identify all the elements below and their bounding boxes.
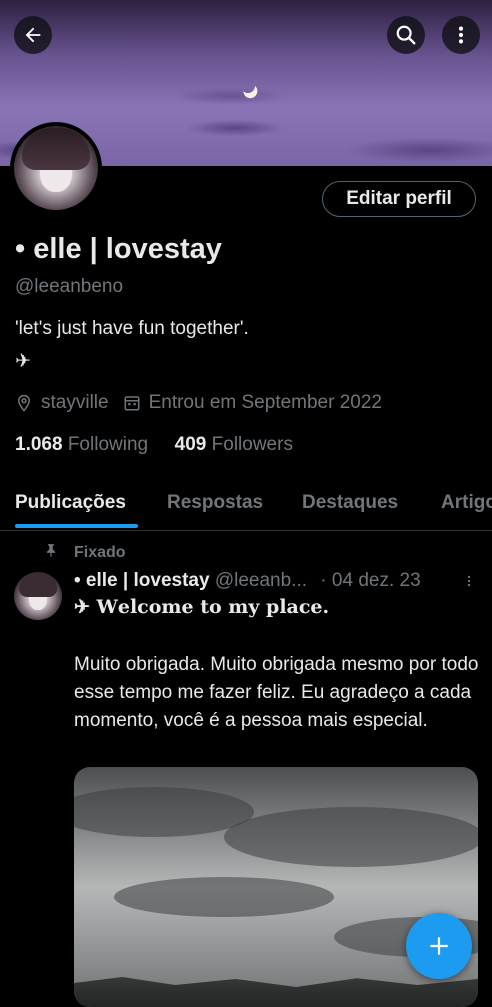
followers-link[interactable]: 409 Followers xyxy=(175,434,293,455)
plus-icon xyxy=(430,937,448,955)
search-icon xyxy=(396,25,416,45)
profile-bio-emoji: ✈ xyxy=(15,351,31,372)
profile-tabs: Publicações Respostas Destaques Artigos xyxy=(0,482,492,531)
tab-publicacoes[interactable]: Publicações xyxy=(15,492,126,514)
more-vertical-icon xyxy=(458,26,464,44)
post-author-name[interactable]: • elle | lovestay xyxy=(74,570,210,591)
profile-handle: @leeanbeno xyxy=(15,276,124,297)
location-pin-icon xyxy=(17,394,31,412)
profile-joined: Entrou em September 2022 xyxy=(148,392,382,413)
follow-stats: 1.068 Following 409 Followers xyxy=(15,434,293,456)
pin-icon xyxy=(46,544,56,557)
post-title: ✈ 𝐖𝐞𝐥𝐜𝐨𝐦𝐞 𝐭𝐨 𝐦𝐲 𝐩𝐥𝐚𝐜𝐞. xyxy=(74,596,330,618)
post-author-avatar[interactable] xyxy=(14,572,62,620)
profile-avatar[interactable] xyxy=(10,122,102,214)
moon-icon xyxy=(239,77,257,95)
avatar-image xyxy=(14,126,98,210)
post-more-button[interactable] xyxy=(462,572,476,595)
compose-post-button[interactable] xyxy=(406,913,472,979)
search-button[interactable] xyxy=(387,16,425,54)
tab-respostas[interactable]: Respostas xyxy=(167,492,263,514)
profile-meta: stayville Entrou em September 2022 xyxy=(15,392,382,414)
edit-profile-button[interactable]: Editar perfil xyxy=(322,181,476,217)
pinned-label: Fixado xyxy=(74,543,126,561)
more-options-button[interactable] xyxy=(442,16,480,54)
post-header: • elle | lovestay @leeanb... · 04 dez. 2… xyxy=(74,570,484,592)
profile-name: • elle | lovestay xyxy=(15,233,222,265)
profile-location: stayville xyxy=(41,392,109,413)
arrow-left-icon xyxy=(25,27,41,43)
calendar-icon xyxy=(124,396,140,411)
back-button[interactable] xyxy=(14,16,52,54)
following-link[interactable]: 1.068 Following xyxy=(15,434,148,455)
post-author-handle[interactable]: @leeanb... xyxy=(215,570,307,591)
active-tab-indicator xyxy=(15,524,138,528)
tab-destaques[interactable]: Destaques xyxy=(302,492,398,514)
pinned-indicator: Fixado xyxy=(44,542,126,563)
more-vertical-icon xyxy=(467,575,471,587)
profile-bio: 'let's just have fun together'. xyxy=(15,318,249,339)
post-date[interactable]: · 04 dez. 23 xyxy=(320,570,420,591)
tab-artigos[interactable]: Artigos xyxy=(441,492,492,514)
post-body: Muito obrigada. Muito obrigada mesmo por… xyxy=(74,654,479,731)
